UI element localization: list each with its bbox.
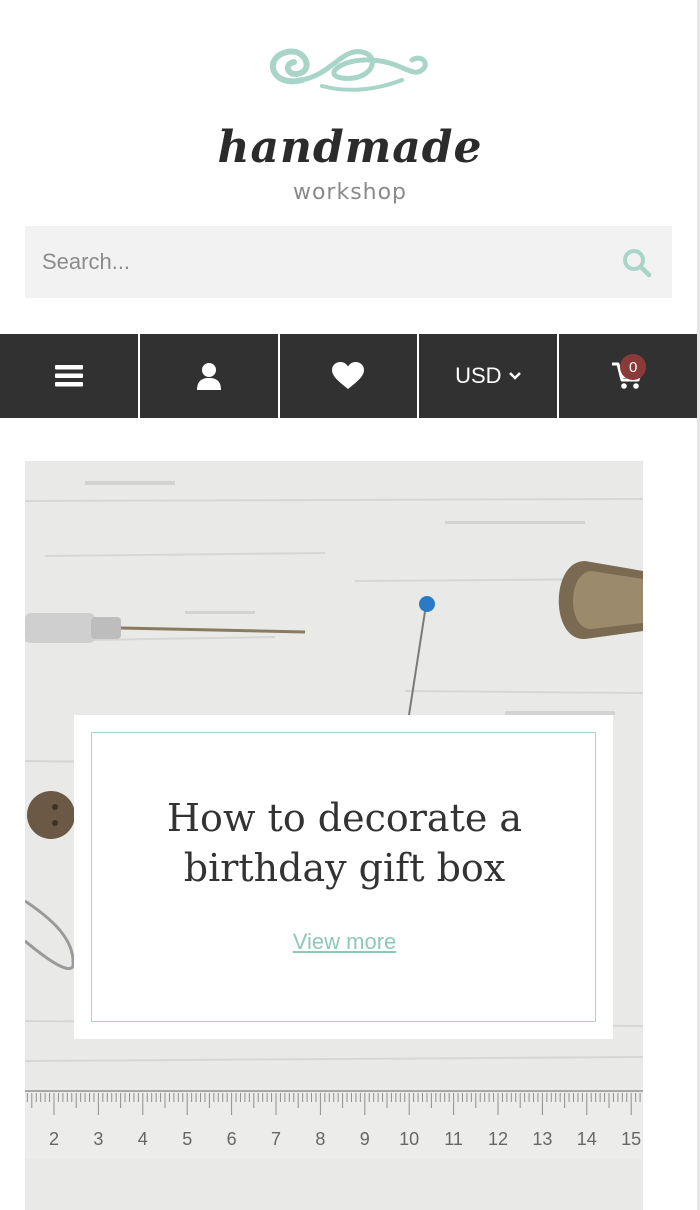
search-input[interactable]	[25, 226, 605, 298]
search-icon	[623, 249, 652, 278]
header-toolbar: USD 0	[0, 334, 697, 418]
ruler-number: 4	[138, 1129, 148, 1149]
ruler-number: 12	[488, 1129, 508, 1149]
menu-button[interactable]	[0, 334, 140, 418]
heart-icon	[332, 362, 365, 389]
ruler-number: 2	[49, 1129, 59, 1149]
user-icon	[196, 363, 221, 390]
cart-button[interactable]: 0	[559, 334, 697, 418]
logo-subtitle: workshop	[292, 180, 408, 205]
featured-banner: 2 3 4 5 6 7 8 9 10 11 12 13 14 15 How to decorate a b…	[25, 461, 643, 1210]
cart-count-badge: 0	[620, 354, 647, 380]
ruler-number: 15	[621, 1129, 641, 1149]
banner-card: How to decorate a birthday gift box View…	[74, 715, 613, 1039]
ruler-number: 6	[227, 1129, 237, 1149]
ruler-number: 7	[271, 1129, 281, 1149]
banner-title: How to decorate a birthday gift box	[166, 796, 523, 890]
ruler-number: 9	[360, 1129, 370, 1149]
currency-selector[interactable]: USD	[419, 334, 560, 418]
view-more-link[interactable]: View more	[92, 929, 597, 955]
ruler-number: 13	[532, 1129, 552, 1149]
currency-label: USD	[455, 363, 502, 388]
hamburger-menu-icon	[54, 365, 83, 387]
chevron-down-icon	[508, 372, 521, 380]
ruler-number: 10	[399, 1129, 419, 1149]
logo-flourish-icon	[269, 48, 428, 92]
banner-card-border: How to decorate a birthday gift box View…	[91, 732, 596, 1022]
ruler-number: 5	[182, 1129, 192, 1149]
ruler-number: 11	[444, 1129, 463, 1149]
search-bar	[25, 226, 672, 298]
ruler-number: 14	[577, 1129, 597, 1149]
search-button[interactable]	[620, 246, 654, 280]
ruler-number: 8	[315, 1129, 325, 1149]
account-button[interactable]	[140, 334, 280, 418]
logo-wordmark: handmade	[217, 122, 483, 173]
wishlist-button[interactable]	[280, 334, 420, 418]
ruler-number: 3	[93, 1129, 103, 1149]
site-logo[interactable]: handmade workshop	[0, 30, 700, 205]
